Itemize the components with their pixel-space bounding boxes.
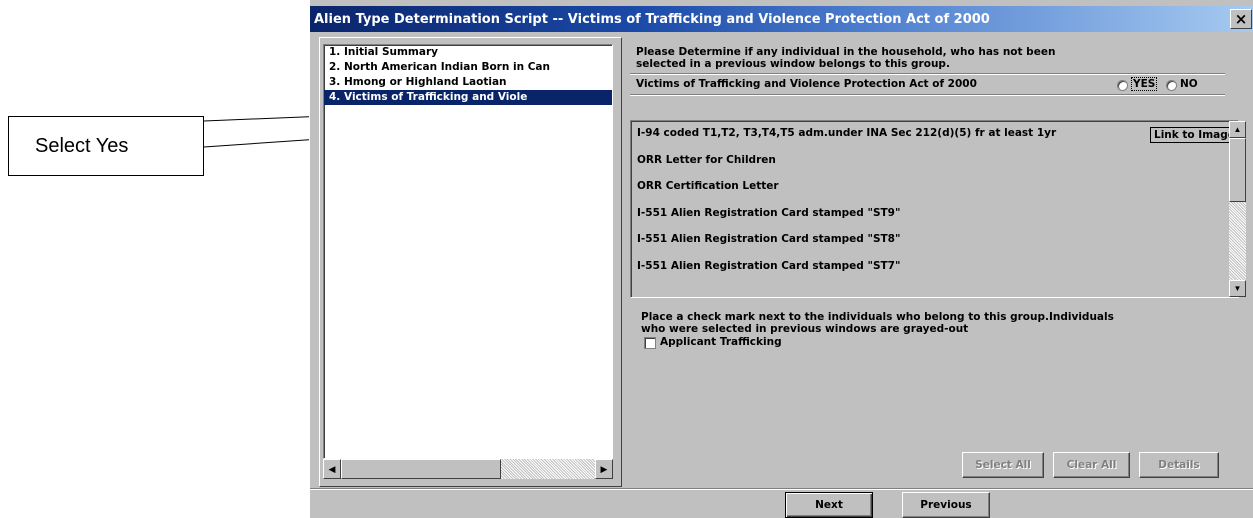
select-all-button[interactable]: Select All bbox=[962, 452, 1044, 478]
scroll-right-icon[interactable]: ▶ bbox=[595, 459, 613, 479]
instructions-line: Please Determine if any individual in th… bbox=[636, 46, 1056, 58]
step-number: 1. bbox=[329, 46, 341, 58]
divider bbox=[310, 488, 1253, 490]
document-item[interactable]: I-551 Alien Registration Card stamped "S… bbox=[637, 207, 900, 219]
document-item[interactable]: I-551 Alien Registration Card stamped "S… bbox=[637, 260, 900, 272]
step-item-victims-of-trafficking[interactable]: 4. Victims of Trafficking and Viole bbox=[324, 90, 612, 105]
callout-select-yes: Select Yes bbox=[8, 116, 204, 176]
document-item[interactable]: I-551 Alien Registration Card stamped "S… bbox=[637, 233, 900, 245]
details-button[interactable]: Details bbox=[1139, 452, 1219, 478]
check-instructions-line: Place a check mark next to the individua… bbox=[641, 311, 1114, 323]
applicant-trafficking-label[interactable]: Applicant Trafficking bbox=[660, 336, 782, 348]
no-radio-label[interactable]: NO bbox=[1180, 78, 1198, 90]
check-instructions: Place a check mark next to the individua… bbox=[641, 311, 1114, 335]
next-button[interactable]: Next bbox=[785, 492, 873, 518]
document-item[interactable]: ORR Letter for Children bbox=[637, 154, 776, 166]
clear-all-button[interactable]: Clear All bbox=[1053, 452, 1130, 478]
steps-list[interactable]: 1. Initial Summary 2. North American Ind… bbox=[323, 44, 613, 459]
divider bbox=[630, 94, 1225, 96]
yes-radio-label[interactable]: YES bbox=[1130, 77, 1158, 91]
previous-button[interactable]: Previous bbox=[902, 492, 990, 518]
step-label: Initial Summary bbox=[344, 46, 438, 58]
step-label: Hmong or Highland Laotian bbox=[344, 76, 507, 88]
document-item[interactable]: I-94 coded T1,T2, T3,T4,T5 adm.under INA… bbox=[637, 127, 1056, 139]
check-instructions-line: who were selected in previous windows ar… bbox=[641, 323, 969, 335]
title-bar[interactable]: Alien Type Determination Script -- Victi… bbox=[310, 6, 1253, 32]
close-button[interactable]: × bbox=[1230, 9, 1252, 29]
close-icon: × bbox=[1234, 10, 1248, 28]
scrollbar-thumb[interactable] bbox=[341, 459, 501, 479]
divider bbox=[630, 73, 1225, 75]
applicant-trafficking-checkbox[interactable] bbox=[644, 337, 656, 349]
scroll-down-icon[interactable]: ▼ bbox=[1229, 280, 1246, 297]
document-item[interactable]: ORR Certification Letter bbox=[637, 180, 779, 192]
callout-text: Select Yes bbox=[35, 134, 129, 157]
scroll-up-icon[interactable]: ▲ bbox=[1229, 121, 1246, 138]
step-number: 4. bbox=[329, 91, 341, 103]
step-item-initial-summary[interactable]: 1. Initial Summary bbox=[324, 45, 612, 60]
instructions-text: Please Determine if any individual in th… bbox=[636, 46, 1055, 70]
step-item-hmong[interactable]: 3. Hmong or Highland Laotian bbox=[324, 75, 612, 90]
link-to-image-button[interactable]: Link to Image bbox=[1150, 127, 1230, 143]
window-title: Alien Type Determination Script -- Victi… bbox=[314, 11, 990, 27]
step-label: North American Indian Born in Can bbox=[344, 61, 550, 73]
yes-radio[interactable] bbox=[1117, 80, 1128, 91]
dialog-window: Alien Type Determination Script -- Victi… bbox=[309, 0, 1253, 518]
no-radio[interactable] bbox=[1166, 80, 1177, 91]
group-label: Victims of Trafficking and Violence Prot… bbox=[636, 78, 977, 90]
step-item-north-american-indian[interactable]: 2. North American Indian Born in Can bbox=[324, 60, 612, 75]
step-number: 2. bbox=[329, 61, 341, 73]
step-number: 3. bbox=[329, 76, 341, 88]
scrollbar-track[interactable] bbox=[501, 459, 595, 479]
steps-horizontal-scrollbar[interactable]: ◀ ▶ bbox=[323, 459, 613, 479]
scrollbar-thumb[interactable] bbox=[1229, 138, 1246, 202]
scroll-left-icon[interactable]: ◀ bbox=[323, 459, 341, 479]
step-label: Victims of Trafficking and Viole bbox=[344, 91, 528, 103]
documents-vertical-scrollbar[interactable]: ▲ ▼ bbox=[1229, 121, 1246, 297]
instructions-line: selected in a previous window belongs to… bbox=[636, 58, 950, 70]
